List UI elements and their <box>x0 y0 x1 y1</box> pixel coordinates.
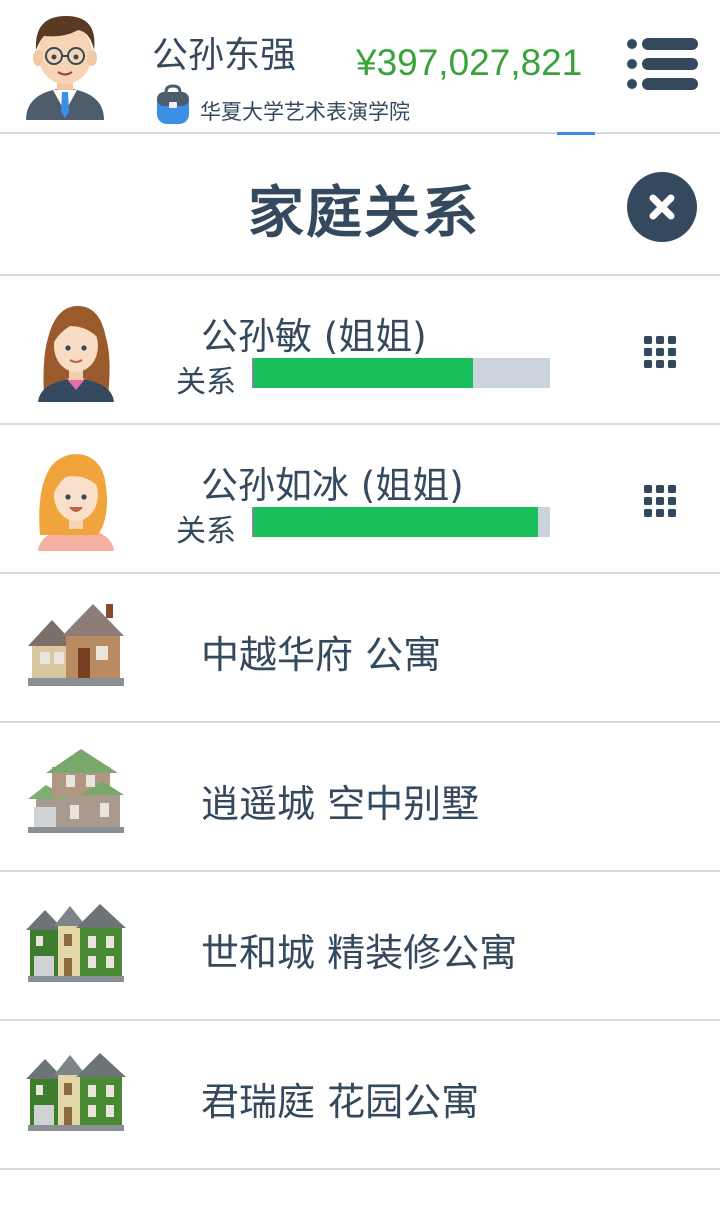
relationship-bar <box>252 507 550 537</box>
blonde-woman-avatar <box>38 454 114 551</box>
villa-icon <box>28 749 124 833</box>
player-avatar[interactable] <box>20 8 110 120</box>
property-row[interactable]: 中越华府 公寓 <box>0 574 720 723</box>
page-title: 家庭关系 <box>248 181 480 246</box>
grid-menu-icon[interactable] <box>640 481 680 521</box>
family-member-row[interactable]: 公孙敏 (姐姐) 关系 <box>0 276 720 425</box>
relationship-bar-fill <box>254 358 474 388</box>
relationship-bar <box>252 358 550 388</box>
family-member-name: 公孙敏 (姐姐) <box>201 315 427 358</box>
brunette-woman-avatar <box>38 306 114 402</box>
property-name: 世和城 精装修公寓 <box>201 931 518 975</box>
property-row[interactable]: 逍遥城 空中别墅 <box>0 723 720 872</box>
property-name: 中越华府 公寓 <box>201 633 442 677</box>
property-row[interactable]: 君瑞庭 花园公寓 <box>0 1021 720 1170</box>
money-balance: ¥397,027,821 <box>356 42 583 83</box>
property-name: 君瑞庭 花园公寓 <box>201 1080 480 1124</box>
green-townhouse-icon <box>26 904 126 982</box>
grid-menu-icon[interactable] <box>640 332 680 372</box>
relationship-label: 关系 <box>176 514 236 549</box>
close-icon <box>649 194 675 220</box>
relationship-label: 关系 <box>176 365 236 400</box>
relationship-bar-fill <box>254 507 539 537</box>
player-name: 公孙东强 <box>152 35 297 76</box>
school-bag-icon <box>157 84 189 124</box>
property-name: 逍遥城 空中别墅 <box>201 782 480 826</box>
property-row[interactable]: 世和城 精装修公寓 <box>0 872 720 1021</box>
top-bar: 公孙东强 华夏大学艺术表演学院 ¥397,027,821 <box>0 0 720 134</box>
brown-house-icon <box>28 604 124 686</box>
school-name: 华夏大学艺术表演学院 <box>200 100 410 124</box>
green-townhouse-icon <box>26 1053 126 1131</box>
page-header: 家庭关系 <box>0 134 720 276</box>
family-member-row[interactable]: 公孙如冰 (姐姐) 关系 <box>0 425 720 574</box>
family-member-name: 公孙如冰 (姐姐) <box>201 464 464 507</box>
menu-icon[interactable] <box>622 36 698 92</box>
close-button[interactable] <box>627 172 697 242</box>
family-list: 公孙敏 (姐姐) 关系 公孙如冰 (姐姐) 关系 中越华府 公寓 逍遥城 空中别… <box>0 276 720 1170</box>
